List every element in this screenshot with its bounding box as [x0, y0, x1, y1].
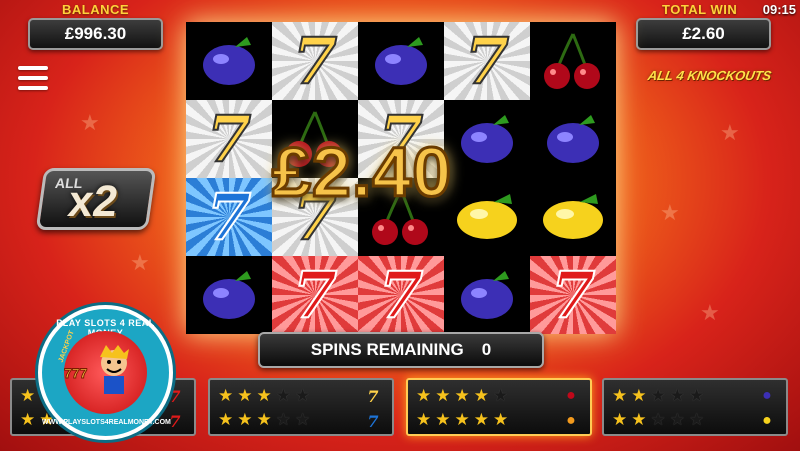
- reel-symbol-seven-red: 7: [530, 256, 616, 334]
- plum-icon: ●: [762, 387, 772, 404]
- paytable-panel: ★★★★★ ★★★★★ ● ●: [406, 378, 592, 436]
- star-row: ★★★★★: [218, 386, 315, 405]
- star-row: ★★★★★: [612, 386, 709, 405]
- seven-icon: 7: [206, 101, 253, 178]
- reel-symbol-lemon: [530, 178, 616, 256]
- clock: 09:15: [762, 2, 796, 17]
- win-amount: £2.40: [270, 132, 453, 213]
- balance-label: BALANCE: [62, 2, 130, 17]
- spins-remaining-bar: SPINS REMAINING 0: [258, 332, 544, 368]
- background-star: ★: [130, 250, 150, 275]
- background-star: ★: [80, 110, 100, 135]
- reel-symbol-seven-blue: 7: [186, 178, 272, 256]
- game-logo: ALL 4 KNOCKOUTS: [646, 68, 773, 83]
- plum-icon: [203, 271, 255, 319]
- plum-icon: [461, 115, 513, 163]
- paytable-panel: ★★★★★ ★★★★★ 7 7: [208, 378, 394, 436]
- multiplier-value: x2: [65, 177, 122, 226]
- seven-blue-icon: 7: [367, 411, 379, 431]
- reel-symbol-seven-red: 7: [358, 256, 444, 334]
- reel-symbol-seven-gold: 7: [186, 100, 272, 178]
- plum-icon: [461, 271, 513, 319]
- seven-gold-icon: 7: [367, 386, 379, 406]
- reel-symbol-plum: [444, 100, 530, 178]
- seven-icon: 7: [206, 179, 253, 256]
- reel-symbol-cherry: [530, 22, 616, 100]
- badge-sevens: 777: [63, 365, 88, 382]
- reel-symbol-plum: [358, 22, 444, 100]
- promo-badge: PLAY SLOTS 4 REAL MONEY JACKPOT 777 WWW.…: [38, 305, 173, 440]
- background-star: ★: [720, 120, 740, 145]
- reel-symbol-seven-gold: 7: [444, 22, 530, 100]
- seven-icon: 7: [464, 23, 511, 100]
- reel-symbol-seven-gold: 7: [272, 22, 358, 100]
- background-star: ★: [700, 300, 720, 325]
- multiplier-badge: ALL x2: [35, 168, 157, 230]
- plum-icon: [203, 37, 255, 85]
- total-win-label: TOTAL WIN: [662, 2, 738, 17]
- seven-icon: 7: [292, 257, 339, 334]
- reel-symbol-plum: [530, 100, 616, 178]
- lemon-icon: ●: [762, 412, 772, 429]
- paytable-panel: ★★★★★ ★★★★★ ● ●: [602, 378, 788, 436]
- reel-symbol-plum: [186, 256, 272, 334]
- balance-display: £996.30: [28, 18, 163, 50]
- mascot-icon: [100, 345, 129, 394]
- star-row: ★★★★★: [416, 410, 513, 429]
- background-star: ★: [660, 200, 680, 225]
- menu-icon[interactable]: [18, 66, 48, 92]
- star-row: ★★★★★: [416, 386, 513, 405]
- cherry-icon: [544, 33, 600, 89]
- badge-url-text: WWW.PLAYSLOTS4REALMONEY.COM: [42, 419, 171, 426]
- cherry-icon: ●: [566, 387, 576, 404]
- seven-icon: 7: [378, 257, 425, 334]
- star-row: ★★★★★: [218, 410, 315, 429]
- seven-icon: 7: [292, 23, 339, 100]
- plum-icon: [375, 37, 427, 85]
- orange-icon: ●: [566, 412, 576, 429]
- lemon-icon: [543, 194, 603, 239]
- reel-symbol-seven-red: 7: [272, 256, 358, 334]
- plum-icon: [547, 115, 599, 163]
- spins-remaining-value: 0: [481, 340, 492, 359]
- reel-symbol-plum: [186, 22, 272, 100]
- seven-icon: 7: [550, 257, 597, 334]
- star-row: ★★★★★: [612, 410, 709, 429]
- spins-remaining-label: SPINS REMAINING: [310, 340, 464, 359]
- reel-symbol-lemon: [444, 178, 530, 256]
- lemon-icon: [457, 194, 517, 239]
- reel-symbol-plum: [444, 256, 530, 334]
- total-win-display: £2.60: [636, 18, 771, 50]
